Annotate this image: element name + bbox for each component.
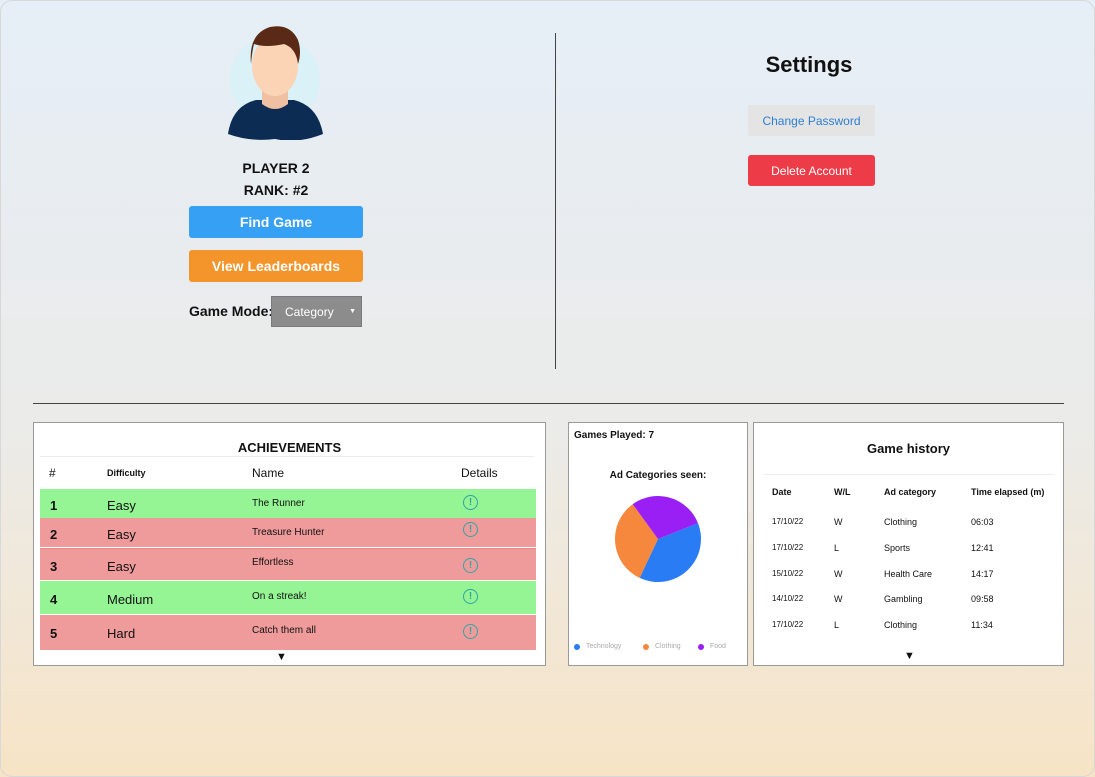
legend-label: Technology: [586, 643, 622, 650]
column-header-time-elapsed: Time elapsed (m): [971, 487, 1045, 497]
legend-dot: [574, 643, 580, 650]
history-cell-time: 06:03: [971, 517, 994, 527]
achievement-number: 5: [50, 626, 58, 641]
info-icon[interactable]: !: [463, 624, 478, 639]
achievements-panel: ACHIEVEMENTS # Difficulty Name Details 1…: [33, 422, 546, 666]
horizontal-divider: [33, 403, 1064, 404]
game-mode-value: Category: [285, 304, 334, 319]
history-cell-wl: L: [834, 543, 840, 553]
history-cell-wl: W: [834, 569, 843, 579]
achievement-row[interactable]: 5 Hard Catch them all !: [40, 615, 536, 650]
achievement-row[interactable]: 1 Easy The Runner !: [40, 489, 536, 518]
history-cell-time: 14:17: [971, 569, 994, 579]
info-icon[interactable]: !: [463, 558, 478, 573]
history-cell-category: Sports: [884, 543, 911, 553]
achievement-number: 3: [50, 559, 58, 574]
history-cell-category: Gambling: [884, 594, 923, 604]
history-cell-wl: L: [834, 620, 840, 630]
legend-dot: [643, 643, 649, 650]
history-cell-category: Clothing: [884, 620, 918, 630]
column-header-details: Details: [461, 466, 498, 480]
history-cell-date: 14/10/22: [772, 594, 804, 603]
settings-title: Settings: [765, 52, 853, 77]
achievement-number: 4: [50, 592, 58, 607]
game-mode-select[interactable]: Category ▼: [271, 296, 362, 327]
achievement-number: 2: [50, 527, 58, 542]
column-header-number: #: [49, 466, 56, 480]
history-cell-category: Health Care: [884, 569, 933, 579]
column-header-wl: W/L: [834, 487, 851, 497]
column-header-difficulty: Difficulty: [107, 468, 146, 478]
legend-item-food: Food: [698, 643, 726, 650]
legend-dot: [698, 643, 704, 650]
legend-item-technology: Technology: [574, 643, 621, 650]
achievement-number: 1: [50, 498, 58, 513]
history-cell-wl: W: [834, 594, 843, 604]
delete-account-button[interactable]: Delete Account: [748, 155, 875, 186]
column-header-name: Name: [252, 466, 285, 480]
achievements-header: # Difficulty Name Details: [40, 464, 534, 486]
achievement-name: Catch them all: [252, 625, 316, 636]
achievement-difficulty: Easy: [107, 559, 136, 574]
history-cell-wl: W: [834, 517, 843, 527]
divider: [764, 474, 1053, 475]
player-rank: RANK: #2: [243, 182, 309, 198]
achievements-title: ACHIEVEMENTS: [237, 440, 342, 455]
games-played: Games Played: 7: [574, 430, 655, 441]
legend-label: Clothing: [655, 643, 681, 650]
history-cell-date: 17/10/22: [772, 543, 804, 552]
history-cell-date: 17/10/22: [772, 620, 804, 629]
achievement-name: The Runner: [252, 498, 305, 509]
legend-label: Food: [710, 643, 726, 650]
column-header-ad-category: Ad category: [884, 487, 937, 497]
info-icon[interactable]: !: [463, 522, 478, 537]
find-game-button[interactable]: Find Game: [189, 206, 363, 238]
history-cell-date: 15/10/22: [772, 569, 804, 578]
ad-categories-title: Ad Categories seen:: [609, 470, 707, 481]
info-icon[interactable]: !: [463, 495, 478, 510]
legend-item-clothing: Clothing: [643, 643, 681, 650]
game-history-title: Game history: [866, 441, 951, 456]
stats-panel: Games Played: 7 Ad Categories seen: Tech…: [568, 422, 748, 666]
history-cell-time: 09:58: [971, 594, 994, 604]
column-header-date: Date: [772, 487, 792, 497]
achievement-row[interactable]: 2 Easy Treasure Hunter !: [40, 518, 536, 547]
achievement-difficulty: Hard: [107, 626, 136, 641]
achievement-row[interactable]: 3 Easy Effortless !: [40, 548, 536, 580]
achievement-row[interactable]: 4 Medium On a streak! !: [40, 581, 536, 614]
game-mode-label: Game Mode:: [189, 303, 274, 319]
achievement-difficulty: Medium: [107, 592, 154, 607]
achievement-name: Effortless: [252, 557, 294, 568]
view-leaderboards-button[interactable]: View Leaderboards: [189, 250, 363, 282]
history-cell-category: Clothing: [884, 517, 918, 527]
history-cell-time: 12:41: [971, 543, 994, 553]
chevron-down-icon: ▼: [349, 308, 356, 315]
change-password-button[interactable]: Change Password: [748, 105, 875, 136]
vertical-divider: [555, 33, 556, 369]
history-cell-time: 11:34: [971, 620, 993, 630]
scroll-down-arrow-icon[interactable]: ▼: [276, 651, 287, 663]
avatar: [226, 22, 326, 141]
info-icon[interactable]: !: [463, 589, 478, 604]
achievement-difficulty: Easy: [107, 498, 136, 513]
game-history-panel: Game history Date W/L Ad category Time e…: [753, 422, 1064, 666]
player-name: PLAYER 2: [242, 160, 310, 176]
ad-categories-pie-chart: [615, 496, 701, 582]
divider: [40, 456, 534, 457]
achievement-name: Treasure Hunter: [252, 527, 325, 538]
achievement-name: On a streak!: [252, 591, 307, 602]
history-cell-date: 17/10/22: [772, 517, 804, 526]
scroll-down-arrow-icon[interactable]: ▼: [904, 650, 915, 662]
achievement-difficulty: Easy: [107, 527, 136, 542]
